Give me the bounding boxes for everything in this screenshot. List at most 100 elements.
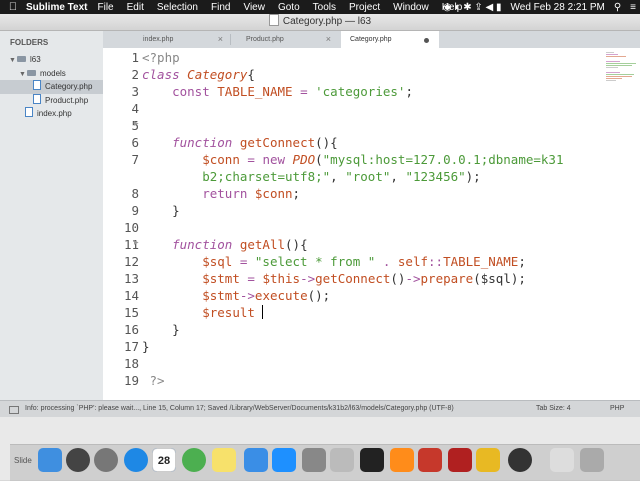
line-number: 10 <box>123 220 139 235</box>
code-line-1: <?php <box>142 50 180 65</box>
menu-window[interactable]: Window <box>393 2 429 13</box>
spotlight-icon[interactable]: ⚲ <box>614 2 621 13</box>
status-bar: Info: processing `PHP': please wait..., … <box>0 400 640 417</box>
code-line-7-wrap: b2;charset=utf8;", "root", "123456"); <box>142 169 481 184</box>
code-line-3: const TABLE_NAME = 'categories'; <box>142 84 413 99</box>
system-preferences-icon[interactable] <box>302 448 326 472</box>
sidebar-file-product[interactable]: Product.php <box>0 93 103 108</box>
menu-view[interactable]: View <box>243 2 265 13</box>
status-menu-icons[interactable]: ◉ ◐ ✱ ⇪ ◀ ▮ <box>443 2 502 13</box>
filezilla-icon[interactable] <box>448 448 472 472</box>
sidebar-item-label: Category.php <box>45 82 93 91</box>
notes-icon[interactable] <box>212 448 236 472</box>
menu-find[interactable]: Find <box>211 2 230 13</box>
launchpad-icon[interactable] <box>94 448 118 472</box>
keyword: return <box>202 186 248 201</box>
trash-icon[interactable] <box>580 448 604 472</box>
php-open-tag: <?php <box>142 50 180 65</box>
safari-icon[interactable] <box>124 448 148 472</box>
sidebar-file-category[interactable]: Category.php <box>0 80 103 94</box>
tab-category-php[interactable]: Category.php <box>341 31 439 48</box>
variable: $sql <box>202 254 233 269</box>
fold-arrow-icon[interactable]: ▶ <box>134 120 139 127</box>
menu-goto[interactable]: Goto <box>278 2 300 13</box>
constant-name: TABLE_NAME <box>443 254 519 269</box>
code-line-19: ?> <box>142 373 165 388</box>
terminal-icon[interactable] <box>360 448 384 472</box>
operator: = <box>292 84 316 99</box>
siri-icon[interactable] <box>66 448 90 472</box>
tab-index-php[interactable]: index.php × <box>103 31 231 48</box>
syntax-selector[interactable]: PHP <box>610 401 624 417</box>
minimap[interactable] <box>602 48 640 400</box>
disclosure-triangle-icon[interactable]: ▼ <box>19 68 27 82</box>
close-icon[interactable]: × <box>326 31 331 48</box>
punctuation: (); <box>307 288 331 303</box>
menu-file[interactable]: File <box>98 2 114 13</box>
fold-arrow-icon[interactable]: ▶ <box>134 239 139 246</box>
punctuation: { <box>247 67 255 82</box>
messages-icon[interactable] <box>244 448 268 472</box>
appstore-icon[interactable] <box>272 448 296 472</box>
line-number: 12 <box>123 254 139 269</box>
status-message: Info: processing `PHP': please wait..., … <box>25 405 454 412</box>
finder-icon[interactable] <box>38 448 62 472</box>
line-number: 16 <box>123 322 139 337</box>
line-number: 8 <box>131 186 139 201</box>
menu-project[interactable]: Project <box>349 2 380 13</box>
class-name: PDO <box>292 152 316 167</box>
tab-divider <box>230 34 231 45</box>
punctuation: ( <box>315 152 323 167</box>
keyword: function <box>172 135 233 150</box>
sidebar-file-index[interactable]: index.php <box>0 107 103 121</box>
unsaved-dot-icon[interactable] <box>424 38 429 43</box>
quicktime-icon[interactable] <box>508 448 532 472</box>
panel-toggle-icon[interactable] <box>9 406 19 414</box>
photos-icon[interactable] <box>330 448 354 472</box>
disclosure-triangle-icon[interactable]: ▼ <box>9 54 17 68</box>
method-name: getConnect <box>315 271 391 286</box>
menu-app-name[interactable]: Sublime Text <box>26 2 88 13</box>
line-number: 13 <box>123 271 139 286</box>
method-name: prepare <box>420 271 474 286</box>
menu-tools[interactable]: Tools <box>313 2 336 13</box>
punctuation: } <box>172 203 180 218</box>
yellow-app-icon[interactable] <box>476 448 500 472</box>
powerpoint-icon[interactable] <box>418 448 442 472</box>
file-icon <box>25 107 33 117</box>
minimap-line <box>606 56 626 57</box>
menu-selection[interactable]: Selection <box>157 2 198 13</box>
punctuation: } <box>142 339 150 354</box>
tab-product-php[interactable]: Product.php × <box>233 31 339 48</box>
function-name: getConnect <box>239 135 316 150</box>
punctuation: ; <box>292 186 301 201</box>
finder-window-icon[interactable] <box>550 448 574 472</box>
minimap-line <box>606 54 618 55</box>
notification-center-icon[interactable]: ≡ <box>630 2 636 13</box>
menu-edit[interactable]: Edit <box>127 2 144 13</box>
operator: -> <box>300 271 316 286</box>
punctuation: (){ <box>285 237 308 252</box>
clock[interactable]: Wed Feb 28 2:21 PM <box>511 2 605 13</box>
code-line-17: } <box>142 339 150 354</box>
tab-size-selector[interactable]: Tab Size: 4 <box>536 401 571 417</box>
close-icon[interactable]: × <box>218 31 223 48</box>
chrome-icon[interactable] <box>182 448 206 472</box>
variable: $conn <box>254 186 293 201</box>
sublime-icon[interactable] <box>390 448 414 472</box>
code-line-9: } <box>142 203 180 218</box>
punctuation: } <box>172 322 180 337</box>
minimap-line <box>606 61 620 62</box>
apple-icon[interactable]:  <box>0 1 26 13</box>
minimap-line <box>606 76 632 77</box>
line-number: 18 <box>123 356 139 371</box>
variable: $result <box>202 305 255 320</box>
string: "select * from " <box>254 254 376 269</box>
sidebar-folder-l63[interactable]: ▼ l63 <box>0 53 103 67</box>
punctuation: ; <box>518 254 526 269</box>
code-editor[interactable]: 1 2 3 4 5 6 7 8 9 10 11 12 13 14 15 16 1… <box>103 48 602 400</box>
sidebar-folder-models[interactable]: ▼ models <box>0 67 103 81</box>
punctuation: , <box>330 169 346 184</box>
tab-label: Category.php <box>350 36 392 43</box>
calendar-icon[interactable]: 28 <box>152 448 176 472</box>
